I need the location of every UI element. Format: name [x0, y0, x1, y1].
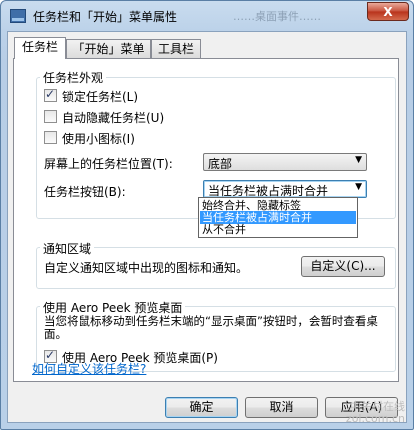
tab-toolbars[interactable]: 工具栏: [151, 39, 201, 58]
taskbar-app-icon: [10, 9, 26, 23]
tab-taskbar[interactable]: 任务栏: [14, 37, 66, 59]
ok-button[interactable]: 确定: [165, 397, 238, 418]
taskbar-buttons-select[interactable]: 当任务栏被占满时合并 ▼: [203, 180, 367, 198]
close-button[interactable]: X: [367, 2, 409, 21]
notification-group-title: 通知区域: [40, 240, 95, 257]
small-icons-label: 使用小图标(I): [62, 132, 135, 146]
background-window-title: ……桌面事件……: [233, 10, 321, 23]
aero-peek-description: 当您将鼠标移动到任务栏末端的“显示桌面”按钮时，会暂时查看桌面。: [44, 314, 378, 341]
small-icons-checkbox[interactable]: [44, 131, 57, 144]
window-title: 任务栏和「开始」菜单属性: [33, 10, 178, 24]
appearance-group-title: 任务栏外观: [40, 69, 107, 86]
notification-description: 自定义通知区域中出现的图标和通知。: [44, 261, 249, 275]
cancel-button[interactable]: 取消: [245, 397, 318, 418]
lock-taskbar-label: 锁定任务栏(L): [62, 90, 139, 104]
title-bar[interactable]: 任务栏和「开始」菜单属性 ……桌面事件…… X: [1, 1, 413, 31]
customize-notification-button[interactable]: 自定义(C)...: [301, 256, 385, 277]
dropdown-option-never-combine[interactable]: 从不合并: [200, 223, 356, 236]
taskbar-position-value: 底部: [208, 157, 233, 171]
watermark-text: 中关村在线 zol.com.cn: [345, 400, 405, 425]
help-link[interactable]: 如何自定义该任务栏?: [32, 360, 146, 377]
autohide-taskbar-label: 自动隐藏任务栏(U): [62, 111, 165, 125]
taskbar-buttons-dropdown[interactable]: 始终合并、隐藏标签 当任务栏被占满时合并 从不合并: [198, 197, 358, 238]
close-icon: X: [383, 5, 393, 19]
chevron-down-icon: ▼: [355, 155, 362, 165]
dialog-window: 任务栏和「开始」菜单属性 ……桌面事件…… X 任务栏 「开始」菜单 工具栏 任…: [0, 0, 414, 430]
tab-start-menu[interactable]: 「开始」菜单: [66, 39, 151, 58]
chevron-down-icon: ▼: [355, 182, 362, 192]
lock-taskbar-checkbox[interactable]: [44, 87, 57, 102]
taskbar-position-select[interactable]: 底部 ▼: [203, 153, 367, 171]
taskbar-position-label: 屏幕上的任务栏位置(T):: [44, 157, 173, 171]
watermark: 中关村在线 zol.com.cn: [346, 401, 405, 425]
taskbar-buttons-label: 任务栏按钮(B):: [44, 185, 126, 199]
autohide-taskbar-checkbox[interactable]: [44, 110, 57, 123]
